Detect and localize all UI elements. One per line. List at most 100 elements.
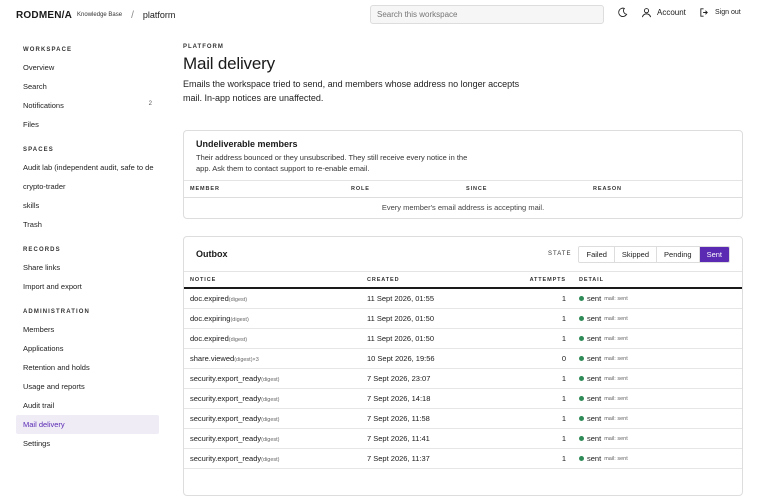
notice-digest-tag: (digest) (261, 377, 280, 383)
status-label: sent (587, 374, 602, 383)
detail-cell: sent mail: sent (566, 434, 628, 443)
created-cell: 11 Sept 2026, 01:55 (367, 294, 435, 303)
sign-out-button[interactable]: Sign out (699, 7, 741, 18)
table-row[interactable]: security.export_ready(digest) 7 Sept 2026… (184, 449, 742, 469)
outbox-card: Outbox STATE Failed Skipped Pending Sent NO… (183, 236, 743, 496)
outbox-header: Outbox STATE Failed Skipped Pending Sent (184, 237, 742, 271)
sidebar-item-members[interactable]: Members (16, 320, 159, 339)
sidebar-item-label: Retention and holds (23, 363, 90, 372)
sidebar-item-retention-and-holds[interactable]: Retention and holds (16, 358, 159, 377)
detail-text: mail: sent (604, 435, 628, 442)
created-cell: 7 Sept 2026, 23:07 (367, 374, 431, 383)
theme-toggle-button[interactable] (617, 7, 628, 18)
moon-icon (618, 7, 628, 18)
sidebar-item-files[interactable]: Files (16, 115, 159, 134)
status-dot-icon (579, 356, 584, 361)
outbox-rows: doc.expired(digest) 11 Sept 2026, 01:55 1 s… (184, 289, 742, 469)
table-row[interactable]: security.export_ready(digest) 7 Sept 2026… (184, 409, 742, 429)
attempts-cell: 1 (561, 414, 566, 423)
notice-digest-tag: (digest) (261, 417, 280, 423)
notice-cell: security.export_ready(digest) (184, 414, 367, 423)
sidebar-item-label: Share links (23, 263, 61, 272)
sidebar-item-settings[interactable]: Settings (16, 434, 159, 453)
page-title: Mail delivery (183, 54, 275, 73)
state-filter-label: STATE (548, 251, 572, 257)
logo[interactable]: RODMEN/A (16, 10, 72, 21)
sidebar-section-title: SPACES (23, 147, 54, 153)
table-row[interactable]: doc.expired(digest) 11 Sept 2026, 01:55 1 s… (184, 289, 742, 309)
sidebar-item-overview[interactable]: Overview (16, 58, 159, 77)
column-member: MEMBER (190, 186, 220, 192)
breadcrumb-separator: / (131, 9, 134, 21)
filter-failed-button[interactable]: Failed (579, 246, 615, 262)
sidebar-item-import-and-export[interactable]: Import and export (16, 277, 159, 296)
created-cell: 7 Sept 2026, 14:18 (367, 394, 431, 403)
account-label: Account (657, 8, 686, 17)
table-row[interactable]: security.export_ready(digest) 7 Sept 2026… (184, 389, 742, 409)
notice-digest-tag: (digest) (261, 437, 280, 443)
filter-pending-button[interactable]: Pending (657, 246, 700, 262)
notice-name: security.export_ready (190, 374, 262, 383)
page-eyebrow: PLATFORM (183, 44, 224, 50)
sidebar-item-label: Audit trail (23, 401, 55, 410)
status-dot-icon (579, 396, 584, 401)
notice-name: security.export_ready (190, 394, 262, 403)
created-cell: 10 Sept 2026, 19:56 (367, 354, 435, 363)
outbox-table-header: NOTICE CREATED ATTEMPTS DETAIL (184, 271, 742, 289)
sidebar-item-audit-trail[interactable]: Audit trail (16, 396, 159, 415)
status-dot-icon (579, 336, 584, 341)
sidebar-item-share-links[interactable]: Share links (16, 258, 159, 277)
sidebar-item-label: Search (23, 82, 47, 91)
notice-digest-tag: (digest) (261, 397, 280, 403)
sidebar-item-label: Audit lab (independent audit, safe to de (23, 163, 154, 172)
sign-out-icon (700, 8, 708, 17)
sidebar-item-label: Files (23, 120, 39, 129)
filter-skipped-button[interactable]: Skipped (614, 246, 658, 262)
notice-name: share.viewed (190, 354, 235, 363)
column-created: CREATED (367, 276, 400, 283)
notice-cell: security.export_ready(digest) (184, 454, 367, 463)
filter-sent-button[interactable]: Sent (699, 246, 729, 262)
created-cell: 7 Sept 2026, 11:41 (367, 434, 430, 443)
account-button[interactable]: Account (641, 7, 686, 18)
detail-cell: sent mail: sent (566, 354, 628, 363)
notice-cell: doc.expired(digest) (184, 334, 367, 343)
status-label: sent (587, 434, 602, 443)
table-row[interactable]: share.viewed(digest)×3 10 Sept 2026, 19:5… (184, 349, 742, 369)
sidebar: WORKSPACE Overview Search Notifications 2 Fil… (16, 40, 159, 459)
sidebar-item-audit-lab-independent-audit-safe-to-de[interactable]: Audit lab (independent audit, safe to de (16, 158, 159, 177)
table-row[interactable]: doc.expiring(digest) 11 Sept 2026, 01:50 1… (184, 309, 742, 329)
notice-digest-tag: (digest) (228, 297, 248, 303)
table-row[interactable]: security.export_ready(digest) 7 Sept 2026… (184, 429, 742, 449)
created-cell: 11 Sept 2026, 01:50 (367, 314, 435, 323)
detail-text: mail: sent (604, 375, 628, 382)
table-row[interactable]: security.export_ready(digest) 7 Sept 2026… (184, 369, 742, 389)
sidebar-item-trash[interactable]: Trash (16, 215, 159, 234)
detail-cell: sent mail: sent (566, 394, 628, 403)
notice-name: security.export_ready (190, 414, 262, 423)
table-row[interactable]: doc.expired(digest) 11 Sept 2026, 01:50 1 s… (184, 329, 742, 349)
sidebar-item-label: Trash (23, 220, 42, 229)
breadcrumb-workspace[interactable]: platform (143, 10, 176, 20)
status-label: sent (587, 314, 602, 323)
detail-text: mail: sent (604, 335, 628, 342)
sidebar-item-crypto-trader[interactable]: crypto-trader (16, 177, 159, 196)
status-label: sent (587, 354, 602, 363)
sidebar-item-skills[interactable]: skills (16, 196, 159, 215)
sidebar-item-search[interactable]: Search (16, 77, 159, 96)
sidebar-item-notifications[interactable]: Notifications 2 (16, 96, 159, 115)
sidebar-item-applications[interactable]: Applications (16, 339, 159, 358)
sidebar-item-mail-delivery[interactable]: Mail delivery (16, 415, 159, 434)
sidebar-item-usage-and-reports[interactable]: Usage and reports (16, 377, 159, 396)
search-input[interactable] (370, 5, 604, 24)
notice-digest-tag: (digest) (228, 337, 248, 343)
notice-name: doc.expiring (190, 314, 231, 323)
undeliverable-title: Undeliverable members (196, 139, 298, 149)
top-bar: RODMEN/A Knowledge Base / platform Accou… (0, 0, 760, 30)
sidebar-item-label: crypto-trader (23, 182, 66, 191)
notice-digest-tag: (digest) (230, 317, 249, 323)
column-attempts: ATTEMPTS (529, 276, 566, 283)
logo-subtitle: Knowledge Base (77, 12, 123, 18)
main-content: PLATFORM Mail delivery Emails the worksp… (183, 44, 743, 496)
status-dot-icon (579, 456, 584, 461)
